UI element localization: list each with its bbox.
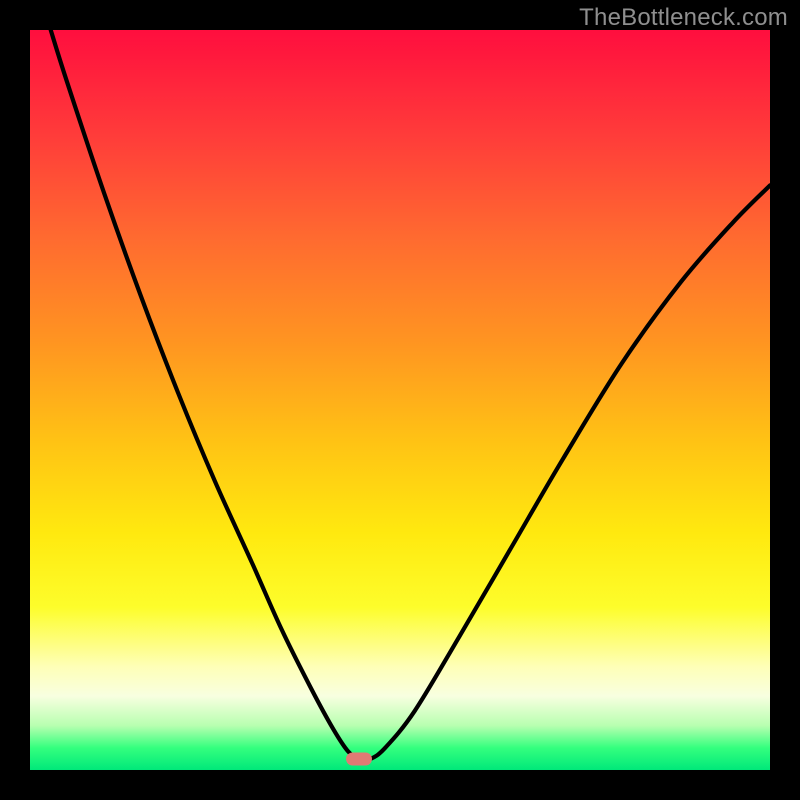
optimal-marker bbox=[346, 752, 372, 765]
bottleneck-curve bbox=[30, 30, 770, 770]
watermark-text: TheBottleneck.com bbox=[579, 4, 788, 32]
chart-frame: TheBottleneck.com bbox=[0, 0, 800, 800]
plot-area bbox=[30, 30, 770, 770]
